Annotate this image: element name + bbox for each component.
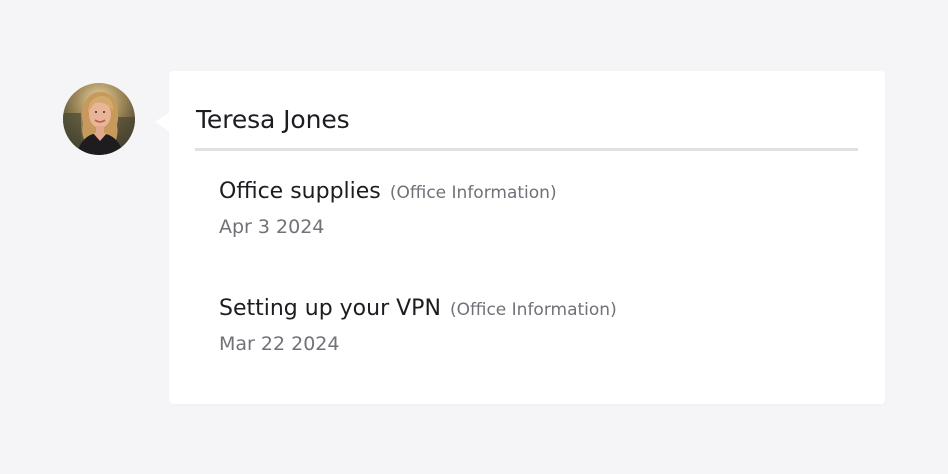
user-activity-card: Teresa Jones Office supplies (Office Inf… [169, 71, 885, 404]
entry-date: Apr 3 2024 [219, 216, 325, 238]
entry-title-link[interactable]: Setting up your VPN [219, 296, 441, 321]
entry-title-line: Office supplies (Office Information) [219, 176, 557, 209]
card-pointer [155, 112, 170, 132]
title-divider [195, 148, 858, 151]
entry-title-link[interactable]: Office supplies [219, 179, 381, 204]
list-item: Setting up your VPN (Office Information)… [219, 293, 617, 357]
list-item: Office supplies (Office Information) Apr… [219, 176, 557, 240]
entry-category: (Office Information) [450, 300, 617, 320]
entry-category: (Office Information) [389, 183, 557, 203]
person-avatar-icon [63, 83, 135, 155]
user-avatar [63, 83, 135, 155]
user-name: Teresa Jones [196, 105, 350, 134]
entry-date: Mar 22 2024 [219, 333, 340, 355]
entry-title-line: Setting up your VPN (Office Information) [219, 293, 617, 326]
